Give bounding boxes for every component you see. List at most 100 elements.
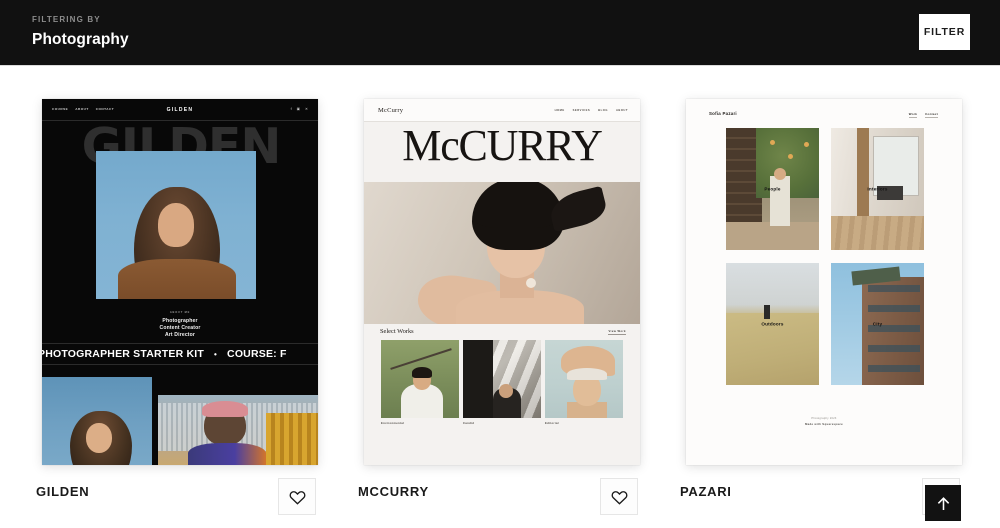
gilden-hero-photo [96, 151, 256, 299]
template-preview-gilden[interactable]: COURSE ABOUT CONTACT GILDEN f ▣ ✕ GILDEN [42, 99, 318, 465]
gilden-about-line-3: Art Director [164, 331, 196, 338]
template-preview-pazari[interactable]: Sofia Pazari Work Contact People Interio… [686, 99, 962, 465]
mccurry-nav-link-blog[interactable]: BLOG [598, 109, 608, 112]
pazari-tile-city[interactable]: City [831, 263, 924, 385]
mccurry-nav: McCurry HOME SERVICES BLOG ABOUT [364, 99, 640, 122]
template-card-mccurry[interactable]: McCurry HOME SERVICES BLOG ABOUT McCURRY [322, 66, 644, 528]
instagram-icon[interactable]: ▣ [297, 107, 300, 111]
mccurry-nav-link-services[interactable]: SERVICES [573, 109, 591, 112]
template-card-pazari[interactable]: Sofia Pazari Work Contact People Interio… [644, 66, 966, 528]
tile-dress-shape [770, 176, 790, 226]
mccurry-view-work-link[interactable]: View Work [608, 330, 626, 335]
gilden-marquee-text: PHOTOGRAPHER STARTER KIT • COURSE: F [42, 348, 287, 360]
pazari-site-body: Sofia Pazari Work Contact People Interio… [686, 99, 962, 465]
card-title-pazari: PAZARI [680, 484, 732, 499]
gilden-about-line-1: Photographer [162, 318, 198, 324]
thumb-caption-editorial: Editorial [545, 422, 559, 425]
filtering-by-label: FILTERING BY [32, 15, 101, 24]
tile-bloom-shape [770, 140, 775, 145]
thumb-image-editorial [545, 340, 623, 418]
photo-b-wall-shape [266, 413, 318, 465]
gilden-photo-a [42, 377, 152, 465]
gilden-social-icons: f ▣ ✕ [291, 107, 308, 111]
card-footer-gilden: GILDEN [0, 465, 322, 528]
hero-jacket-shape [118, 259, 236, 299]
pazari-tile-label-interiors: Interiors [867, 186, 888, 192]
mccurry-nav-links: HOME SERVICES BLOG ABOUT [555, 109, 628, 112]
mccurry-thumb-environmental[interactable]: Environmental [381, 340, 459, 425]
template-grid: COURSE ABOUT CONTACT GILDEN f ▣ ✕ GILDEN [0, 66, 1000, 528]
gilden-logo: GILDEN [166, 106, 194, 113]
tile-ground-shape [726, 222, 819, 250]
facebook-icon[interactable]: f [291, 107, 292, 111]
twitter-icon[interactable]: ✕ [305, 107, 308, 111]
marquee-separator: • [214, 349, 218, 359]
tile-bloom-shape [804, 142, 809, 147]
page-header: FILTERING BY Photography FILTER [0, 0, 1000, 65]
pazari-tile-label-people: People [764, 186, 781, 192]
card-footer-mccurry: MCCURRY [322, 465, 644, 528]
photo-b-shoulder-shape [188, 443, 266, 465]
pazari-footer-line-1: Photography 2023 [811, 417, 837, 420]
hero-face-shape [158, 203, 194, 247]
thumb-hair-shape [412, 367, 432, 378]
pazari-tile-outdoors[interactable]: Outdoors [726, 263, 819, 385]
gilden-about-block: ABOUT ME Photographer Content Creator Ar… [42, 311, 318, 339]
pazari-tile-people[interactable]: People [726, 128, 819, 250]
card-title-gilden: GILDEN [36, 484, 90, 499]
gilden-about-line-2: Content Creator [159, 324, 201, 331]
thumb-caption-candid: Candid [463, 422, 475, 425]
pazari-category-grid: People Interiors Outdoors City [726, 128, 924, 398]
tile-windows-shape [868, 285, 920, 379]
gilden-site-body: COURSE ABOUT CONTACT GILDEN f ▣ ✕ GILDEN [42, 99, 318, 465]
like-button-gilden[interactable] [278, 478, 316, 515]
back-to-top-button[interactable] [925, 485, 961, 521]
arrow-up-icon [937, 496, 949, 510]
mccurry-wordmark: McCURRY [402, 121, 603, 170]
pazari-nav-link-work[interactable]: Work [908, 112, 918, 118]
template-card-gilden[interactable]: COURSE ABOUT CONTACT GILDEN f ▣ ✕ GILDEN [0, 66, 322, 528]
pazari-tile-interiors[interactable]: Interiors [831, 128, 924, 250]
mccurry-works-title: Select Works [380, 328, 414, 335]
filter-button-label: FILTER [923, 26, 966, 38]
marquee-item-2: COURSE: F [227, 348, 287, 360]
heart-icon [611, 490, 627, 505]
mccurry-hero-photo [364, 182, 640, 324]
filter-button[interactable]: FILTER [919, 14, 970, 50]
gilden-about-kicker: ABOUT ME [169, 311, 191, 314]
mccurry-site-body: McCurry HOME SERVICES BLOG ABOUT McCURRY [364, 99, 640, 465]
pazari-nav-link-contact[interactable]: Contact [925, 112, 938, 118]
thumb-image-environmental [381, 340, 459, 418]
pazari-tile-label-outdoors: Outdoors [761, 321, 784, 327]
mccurry-nav-link-home[interactable]: HOME [555, 109, 565, 112]
tile-head-shape [774, 168, 786, 180]
template-preview-mccurry[interactable]: McCurry HOME SERVICES BLOG ABOUT McCURRY [364, 99, 640, 465]
page-title: Photography [32, 31, 129, 48]
thumb-face-shape [499, 384, 513, 398]
heart-icon [289, 490, 305, 505]
card-footer-pazari: PAZARI [644, 465, 966, 528]
pazari-nav-links: Work Contact [908, 112, 938, 118]
gilden-marquee-strip: PHOTOGRAPHER STARTER KIT • COURSE: F [42, 343, 318, 365]
pazari-grid-row-2: Outdoors City [726, 263, 924, 385]
thumb-image-candid [463, 340, 541, 418]
tile-figure-shape [764, 305, 770, 319]
gilden-photo-b [158, 395, 318, 465]
thumb-dark-band-shape [463, 340, 493, 418]
thumb-hat-shape [567, 368, 607, 380]
pazari-tile-label-city: City [872, 321, 883, 327]
tile-bloom-shape [788, 154, 793, 159]
pazari-grid-row-1: People Interiors [726, 128, 924, 250]
mccurry-thumb-candid[interactable]: Candid [463, 340, 541, 425]
mccurry-nav-link-about[interactable]: ABOUT [616, 109, 628, 112]
photo-b-cap-shape [202, 401, 248, 417]
photo-a-face-shape [86, 423, 112, 453]
hero-flower-shape [526, 278, 536, 288]
mccurry-logo: McCurry [378, 107, 404, 114]
card-title-mccurry: MCCURRY [358, 484, 429, 499]
pazari-footer: Photography 2023 Made with Squarespace [686, 417, 962, 426]
mccurry-thumb-editorial[interactable]: Editorial [545, 340, 623, 425]
tile-floor-shape [831, 216, 924, 250]
hero-bangs-shape [476, 204, 556, 228]
like-button-mccurry[interactable] [600, 478, 638, 515]
